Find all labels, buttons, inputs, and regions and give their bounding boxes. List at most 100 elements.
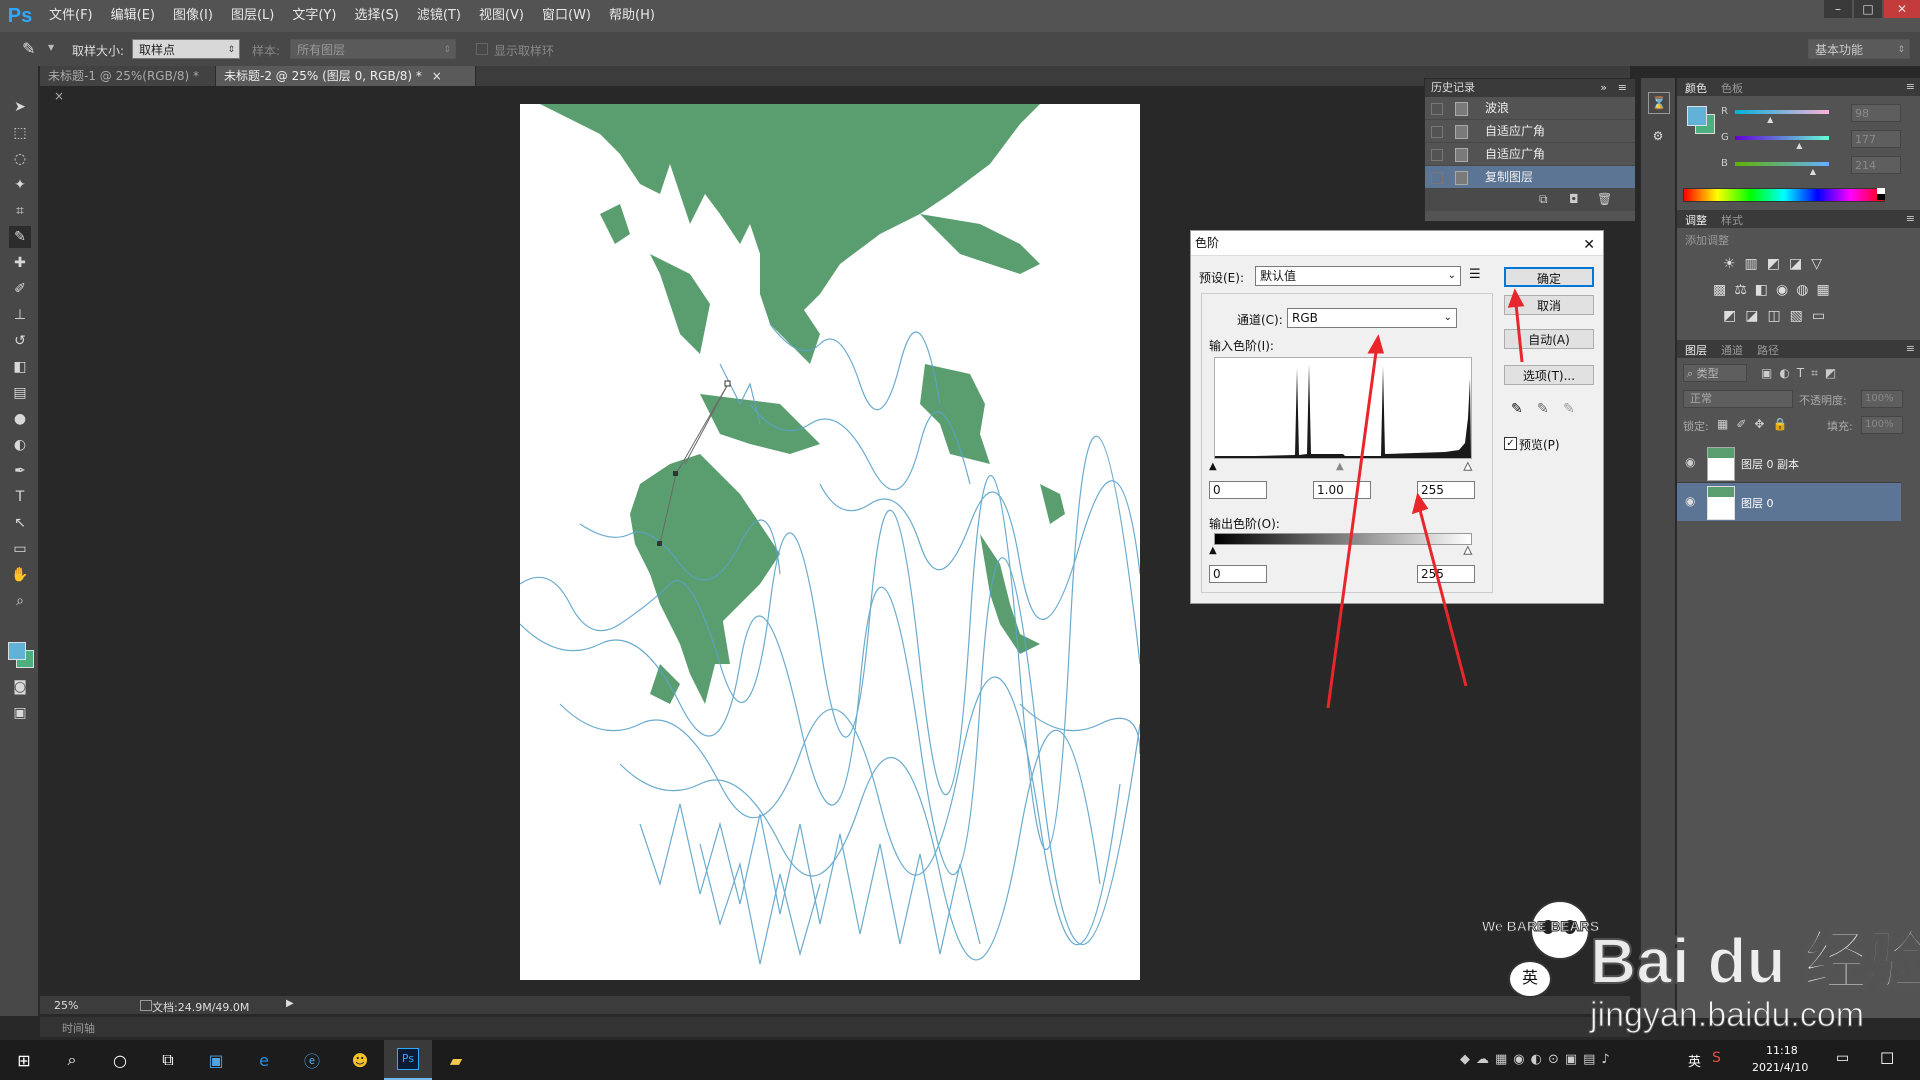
channel-b-slider[interactable] <box>1735 162 1829 166</box>
input-gamma-slider[interactable]: ▲ <box>1336 461 1344 472</box>
history-item-selected[interactable]: 复制图层 <box>1425 166 1635 189</box>
tab-adjustments[interactable]: 调整 <box>1685 212 1707 228</box>
color-spectrum-bar[interactable] <box>1683 188 1885 202</box>
photoshop-taskbar-icon[interactable]: Ps <box>384 1040 432 1080</box>
close-icon[interactable]: × <box>432 69 442 83</box>
preset-select[interactable]: 默认值 ⌄ <box>1255 266 1461 286</box>
sample-size-select[interactable]: 取样点 ⇕ <box>132 39 240 59</box>
search-icon[interactable]: ⌕ <box>48 1040 96 1080</box>
close-icon[interactable]: ✕ <box>1583 233 1595 257</box>
channel-g-thumb[interactable]: ▲ <box>1796 141 1802 150</box>
layer-name[interactable]: 图层 0 <box>1741 495 1774 511</box>
input-black-field[interactable]: 0 <box>1209 481 1267 499</box>
channel-g-value[interactable]: 177 <box>1851 130 1901 148</box>
channel-b-thumb[interactable]: ▲ <box>1810 167 1816 176</box>
marquee-tool-icon[interactable]: ⬚ <box>9 122 31 144</box>
zoom-tool-icon[interactable]: ⌕ <box>9 590 31 612</box>
dodge-tool-icon[interactable]: ◐ <box>9 434 31 456</box>
menu-view[interactable]: 视图(V) <box>470 0 533 32</box>
gray-eyedropper-icon[interactable]: ✎ <box>1537 401 1549 417</box>
ok-button[interactable]: 确定 <box>1504 267 1594 287</box>
tab-paths[interactable]: 路径 <box>1757 342 1779 358</box>
history-checkbox[interactable] <box>1431 126 1443 138</box>
menu-image[interactable]: 图像(I) <box>164 0 222 32</box>
panel-menu-icon[interactable]: ≡ <box>1906 212 1915 225</box>
output-white-slider[interactable]: ▲ <box>1464 545 1473 557</box>
tab-color[interactable]: 颜色 <box>1685 80 1707 96</box>
layer-row-selected[interactable]: ◉ 图层 0 <box>1677 483 1901 521</box>
type-tool-icon[interactable]: T <box>9 486 31 508</box>
expand-icon[interactable]: » <box>1600 79 1607 97</box>
input-gamma-field[interactable]: 1.00 <box>1313 481 1371 499</box>
layer-filter-select[interactable]: ⌕ 类型 <box>1683 364 1747 382</box>
tab-layers[interactable]: 图层 <box>1685 342 1707 358</box>
new-document-icon[interactable]: ⧉ <box>1539 192 1548 207</box>
tray-icons[interactable]: ◆☁▦◉◐⊙▣▤♪ <box>1460 1052 1616 1067</box>
history-item[interactable]: 波浪 <box>1425 97 1635 120</box>
quick-select-tool-icon[interactable]: ✦ <box>9 174 31 196</box>
trash-icon[interactable]: 🗑 <box>1597 192 1612 206</box>
pen-tool-icon[interactable]: ✒ <box>9 460 31 482</box>
action-center-icon[interactable]: ☐ <box>1880 1049 1894 1068</box>
channel-r-value[interactable]: 98 <box>1851 104 1901 122</box>
show-ring-checkbox[interactable] <box>476 43 488 55</box>
gradient-tool-icon[interactable]: ▤ <box>9 382 31 404</box>
layer-name[interactable]: 图层 0 副本 <box>1741 456 1799 472</box>
menu-edit[interactable]: 编辑(E) <box>102 0 164 32</box>
chevron-down-icon[interactable]: ▼ <box>48 43 54 52</box>
output-black-slider[interactable]: ▲ <box>1209 545 1217 556</box>
black-eyedropper-icon[interactable]: ✎ <box>1511 401 1523 417</box>
foreground-color-swatch[interactable] <box>8 642 26 660</box>
adjust-icons-row-2[interactable]: ▩⚖◧◉◍▦ <box>1713 282 1863 298</box>
minimize-button[interactable]: – <box>1824 0 1852 18</box>
panel-menu-icon[interactable]: ≡ <box>1906 342 1915 355</box>
eyedropper-icon[interactable]: ✎ <box>22 39 35 58</box>
input-black-slider[interactable]: ▲ <box>1209 461 1217 472</box>
history-item[interactable]: 自适应广角 <box>1425 120 1635 143</box>
notification-icon[interactable]: ▭ <box>1836 1050 1849 1066</box>
play-right-icon[interactable]: ▶ <box>286 998 294 1009</box>
folder-icon[interactable]: ▰ <box>432 1040 480 1080</box>
menu-window[interactable]: 窗口(W) <box>533 0 600 32</box>
tab-swatches[interactable]: 色板 <box>1721 80 1743 96</box>
eye-icon[interactable]: ◉ <box>1685 455 1695 469</box>
ie-browser-icon[interactable]: ⓔ <box>288 1040 336 1080</box>
tab-styles[interactable]: 样式 <box>1721 212 1743 228</box>
eyedropper-tool-icon[interactable]: ✎ <box>9 226 31 248</box>
store-icon[interactable]: ▣ <box>192 1040 240 1080</box>
path-anchor[interactable] <box>673 471 678 476</box>
task-view-icon[interactable]: ⧉ <box>144 1040 192 1080</box>
input-white-field[interactable]: 255 <box>1417 481 1475 499</box>
close-icon[interactable]: × <box>54 89 64 103</box>
ime-indicator[interactable]: 英 <box>1688 1051 1701 1070</box>
foreground-color-swatch[interactable] <box>1687 106 1707 126</box>
menu-file[interactable]: 文件(F) <box>40 0 102 32</box>
white-eyedropper-icon[interactable]: ✎ <box>1563 401 1575 417</box>
output-black-field[interactable]: 0 <box>1209 565 1267 583</box>
clock-time[interactable]: 11:18 <box>1766 1044 1798 1057</box>
menu-help[interactable]: 帮助(H) <box>600 0 664 32</box>
panel-menu-icon[interactable]: ≡ <box>1906 80 1915 93</box>
layer-row[interactable]: ◉ 图层 0 副本 <box>1677 444 1901 483</box>
crop-tool-icon[interactable]: ⌗ <box>9 200 31 222</box>
channel-g-slider[interactable] <box>1735 136 1829 140</box>
path-select-icon[interactable]: ↖ <box>9 512 31 534</box>
input-white-slider[interactable]: ▲ <box>1464 461 1473 473</box>
menu-select[interactable]: 选择(S) <box>345 0 407 32</box>
clock-date[interactable]: 2021/4/10 <box>1752 1061 1808 1074</box>
blend-mode-select[interactable]: 正常 <box>1683 390 1793 408</box>
document-canvas[interactable] <box>520 104 1140 980</box>
stamp-tool-icon[interactable]: ⊥ <box>9 304 31 326</box>
channel-r-slider[interactable] <box>1735 110 1829 114</box>
tab-document-1[interactable]: 未标题-1 @ 25%(RGB/8) * × <box>40 66 216 103</box>
tab-document-2[interactable]: 未标题-2 @ 25% (图层 0, RGB/8) * × <box>216 66 476 86</box>
black-swatch[interactable] <box>1877 194 1885 200</box>
hand-tool-icon[interactable]: ✋ <box>9 564 31 586</box>
history-item[interactable]: 自适应广角 <box>1425 143 1635 166</box>
cancel-button[interactable]: 取消 <box>1504 295 1594 315</box>
output-white-field[interactable]: 255 <box>1417 565 1475 583</box>
menu-type[interactable]: 文字(Y) <box>283 0 345 32</box>
options-button[interactable]: 选项(T)... <box>1504 365 1594 385</box>
history-checkbox[interactable] <box>1431 103 1443 115</box>
path-anchor[interactable] <box>657 541 662 546</box>
